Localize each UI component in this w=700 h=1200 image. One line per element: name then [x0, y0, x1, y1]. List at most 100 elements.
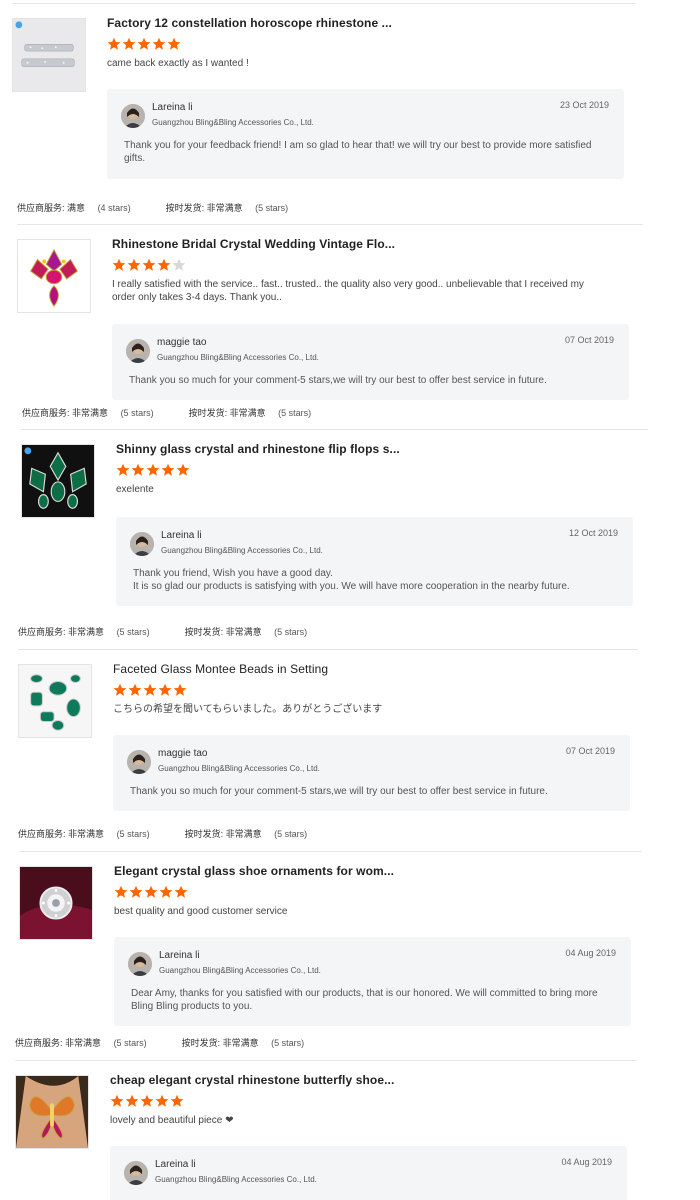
reply-text: Thank you for your feedback friend! I am… [124, 140, 592, 164]
reviews-list: Factory 12 constellation horoscope rhine… [0, 0, 700, 1200]
supplier-service-count: (5 stars) [116, 627, 150, 637]
product-title[interactable]: Faceted Glass Montee Beads in Setting [113, 662, 328, 676]
seller-company: Guangzhou Bling&Bling Accessories Co., L… [159, 966, 321, 975]
reply-text: Thank you friend, Wish you have a good d… [133, 568, 570, 592]
seller-company: Guangzhou Bling&Bling Accessories Co., L… [155, 1175, 317, 1184]
on-time-label: 按时发货: [184, 829, 224, 839]
service-ratings: 供应商服务: 非常满意 (5 stars) 按时发货: 非常满意 (5 star… [18, 827, 307, 840]
on-time-value: 非常满意 [225, 829, 262, 839]
on-time-count: (5 stars) [274, 829, 308, 839]
divider [17, 224, 643, 225]
on-time-label: 按时发货: [165, 203, 205, 213]
product-thumbnail[interactable] [17, 239, 91, 313]
product-thumbnail[interactable] [21, 444, 95, 518]
seller-name: Lareina li [152, 102, 193, 113]
star-filled-icon [143, 683, 157, 697]
on-time-value: 非常满意 [229, 408, 266, 418]
supplier-service-count: (5 stars) [113, 1038, 147, 1048]
seller-reply: Lareina li Guangzhou Bling&Bling Accesso… [110, 1146, 627, 1200]
star-filled-icon [142, 258, 156, 272]
supplier-service-count: (5 stars) [116, 829, 150, 839]
product-title[interactable]: Rhinestone Bridal Crystal Wedding Vintag… [112, 237, 395, 251]
supplier-service-value: 非常满意 [65, 1038, 102, 1048]
star-filled-icon [129, 885, 143, 899]
star-filled-icon [167, 37, 181, 51]
review-item: Factory 12 constellation horoscope rhine… [12, 3, 636, 213]
supplier-service-count: (4 stars) [97, 203, 131, 213]
seller-reply: Lareina li Guangzhou Bling&Bling Accesso… [116, 517, 633, 606]
seller-name: Lareina li [155, 1159, 196, 1170]
on-time-count: (5 stars) [274, 627, 308, 637]
star-filled-icon [116, 463, 130, 477]
reply-date: 04 Aug 2019 [565, 948, 616, 958]
service-ratings: 供应商服务: 满意 (4 stars) 按时发货: 非常满意 (5 stars) [17, 201, 288, 214]
seller-avatar [121, 104, 145, 128]
seller-avatar [124, 1161, 148, 1185]
on-time-label: 按时发货: [181, 1038, 221, 1048]
star-filled-icon [146, 463, 160, 477]
product-thumbnail[interactable] [19, 866, 93, 940]
star-filled-icon [161, 463, 175, 477]
product-title[interactable]: cheap elegant crystal rhinestone butterf… [110, 1073, 394, 1087]
service-ratings: 供应商服务: 非常满意 (5 stars) 按时发货: 非常满意 (5 star… [15, 1036, 304, 1049]
supplier-service-value: 非常满意 [68, 627, 105, 637]
review-item: Rhinestone Bridal Crystal Wedding Vintag… [17, 224, 643, 434]
review-item: Elegant crystal glass shoe ornaments for… [15, 851, 642, 1061]
star-filled-icon [110, 1094, 124, 1108]
supplier-service-label: 供应商服务: [18, 627, 66, 637]
seller-avatar [128, 952, 152, 976]
supplier-service-value: 非常满意 [72, 408, 109, 418]
star-empty-icon [172, 258, 186, 272]
star-rating [116, 463, 191, 477]
star-filled-icon [131, 463, 145, 477]
product-title[interactable]: Factory 12 constellation horoscope rhine… [107, 16, 392, 30]
on-time-count: (5 stars) [255, 203, 289, 213]
product-thumbnail[interactable] [12, 18, 86, 92]
star-filled-icon [174, 885, 188, 899]
star-filled-icon [127, 258, 141, 272]
star-filled-icon [137, 37, 151, 51]
star-filled-icon [152, 37, 166, 51]
review-item: Faceted Glass Montee Beads in Setting こち… [18, 649, 638, 859]
star-rating [113, 683, 188, 697]
product-thumbnail[interactable] [15, 1075, 89, 1149]
reply-date: 04 Aug 2019 [561, 1157, 612, 1167]
star-filled-icon [114, 885, 128, 899]
supplier-service-count: (5 stars) [120, 408, 154, 418]
star-filled-icon [176, 463, 190, 477]
product-thumbnail[interactable] [18, 664, 92, 738]
star-filled-icon [122, 37, 136, 51]
review-item: Shinny glass crystal and rhinestone flip… [18, 429, 648, 639]
star-filled-icon [107, 37, 121, 51]
seller-company: Guangzhou Bling&Bling Accessories Co., L… [157, 353, 319, 362]
seller-reply: maggie tao Guangzhou Bling&Bling Accesso… [113, 735, 630, 811]
product-title[interactable]: Elegant crystal glass shoe ornaments for… [114, 864, 394, 878]
on-time-value: 非常满意 [225, 627, 262, 637]
divider [21, 429, 648, 430]
supplier-service-value: 满意 [67, 203, 86, 213]
star-filled-icon [125, 1094, 139, 1108]
seller-avatar [127, 750, 151, 774]
supplier-service-label: 供应商服务: [17, 203, 65, 213]
product-title[interactable]: Shinny glass crystal and rhinestone flip… [116, 442, 400, 456]
review-comment: I really satisfied with the service.. fa… [112, 279, 584, 303]
star-filled-icon [144, 885, 158, 899]
star-filled-icon [170, 1094, 184, 1108]
star-filled-icon [128, 683, 142, 697]
supplier-service-label: 供应商服务: [15, 1038, 63, 1048]
reply-date: 07 Oct 2019 [564, 335, 614, 345]
seller-name: maggie tao [158, 748, 208, 759]
star-filled-icon [173, 683, 187, 697]
seller-name: Lareina li [159, 950, 200, 961]
divider [19, 851, 642, 852]
reply-date: 07 Oct 2019 [565, 746, 615, 756]
reply-text: Thank you so much for your comment-5 sta… [130, 786, 548, 797]
star-filled-icon [113, 683, 127, 697]
reply-date: 23 Oct 2019 [559, 100, 609, 110]
seller-reply: maggie tao Guangzhou Bling&Bling Accesso… [112, 324, 629, 400]
on-time-count: (5 stars) [278, 408, 312, 418]
service-ratings: 供应商服务: 非常满意 (5 stars) 按时发货: 非常满意 (5 star… [18, 625, 307, 638]
supplier-service-label: 供应商服务: [18, 829, 66, 839]
seller-name: maggie tao [157, 337, 207, 348]
star-filled-icon [157, 258, 171, 272]
